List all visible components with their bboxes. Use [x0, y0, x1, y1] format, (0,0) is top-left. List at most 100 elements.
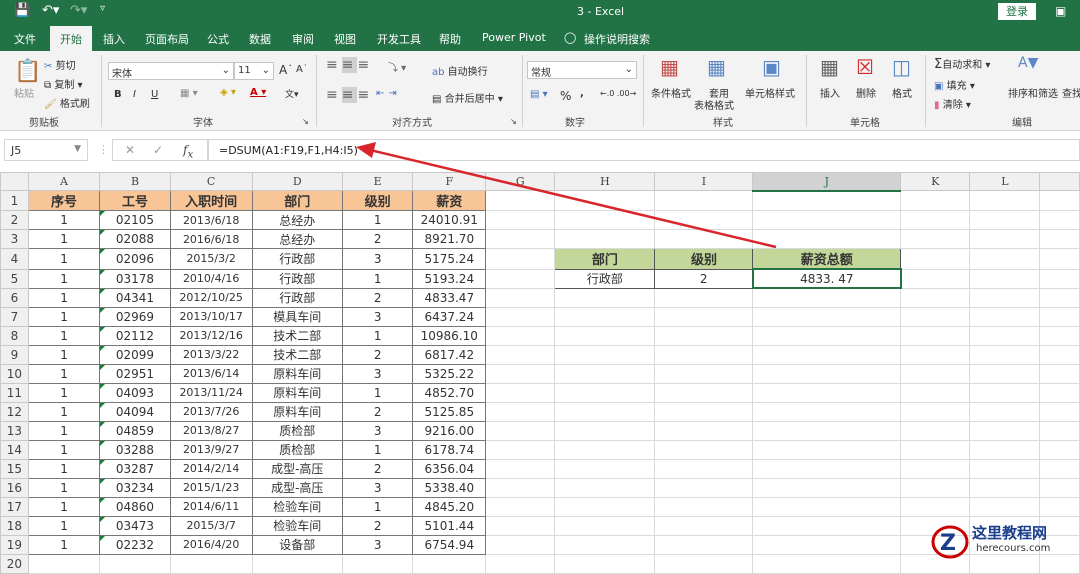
column-header-b[interactable]: B: [99, 172, 171, 191]
empty-cell[interactable]: [1039, 420, 1080, 441]
table-cell[interactable]: 2016/4/20: [169, 534, 253, 555]
tab-power-pivot[interactable]: Power Pivot: [482, 31, 546, 44]
empty-cell[interactable]: [485, 553, 556, 574]
enter-icon[interactable]: ✓: [153, 143, 163, 157]
empty-cell[interactable]: [554, 534, 656, 555]
table-cell[interactable]: 原料车间: [251, 382, 343, 403]
empty-cell[interactable]: [1039, 325, 1080, 346]
clear-button[interactable]: ▮ 清除 ▾: [934, 96, 971, 111]
empty-cell[interactable]: [969, 363, 1041, 384]
empty-cell[interactable]: [969, 210, 1041, 230]
increase-font-icon[interactable]: A˙: [279, 63, 293, 77]
empty-cell[interactable]: [752, 210, 902, 230]
empty-cell[interactable]: [485, 325, 556, 346]
table-cell[interactable]: 1: [27, 287, 101, 308]
empty-cell[interactable]: [485, 439, 556, 460]
empty-cell[interactable]: [1039, 190, 1080, 211]
orientation-icon[interactable]: ⤵ ▾: [388, 59, 406, 74]
empty-cell[interactable]: [485, 477, 556, 498]
column-header-h[interactable]: H: [554, 172, 656, 191]
empty-cell[interactable]: [900, 420, 971, 441]
tab-help[interactable]: 帮助: [439, 31, 461, 47]
table-cell[interactable]: 03234: [99, 477, 171, 498]
table-cell[interactable]: 行政部: [251, 248, 343, 270]
table-cell[interactable]: 设备部: [251, 534, 343, 555]
empty-cell[interactable]: [752, 553, 902, 574]
table-cell[interactable]: 04860: [99, 496, 171, 517]
phonetic-icon[interactable]: 文▾: [285, 87, 299, 100]
number-format-select[interactable]: 常规 ⌄: [527, 61, 637, 79]
tab-home[interactable]: 开始: [50, 26, 92, 51]
empty-cell[interactable]: [752, 344, 902, 365]
empty-cell[interactable]: [969, 401, 1041, 422]
row-header[interactable]: 14: [0, 439, 29, 460]
empty-cell[interactable]: [900, 190, 971, 211]
empty-cell[interactable]: [485, 420, 556, 441]
table-header-cell[interactable]: 薪资: [412, 190, 487, 211]
table-cell[interactable]: 2013/12/16: [169, 325, 253, 346]
table-cell[interactable]: 1: [341, 496, 414, 517]
empty-cell[interactable]: [554, 306, 656, 327]
empty-cell[interactable]: [485, 229, 556, 249]
table-cell[interactable]: 1: [341, 210, 414, 230]
empty-cell[interactable]: [900, 248, 971, 270]
empty-cell[interactable]: [900, 477, 971, 498]
table-cell[interactable]: 02951: [99, 363, 171, 384]
table-cell[interactable]: 03288: [99, 439, 171, 460]
delete-cells-button[interactable]: 删除: [856, 85, 876, 100]
table-format-line2[interactable]: 表格格式: [694, 97, 734, 112]
empty-cell[interactable]: [554, 420, 656, 441]
empty-cell[interactable]: [654, 477, 754, 498]
table-cell[interactable]: 2015/3/2: [169, 248, 253, 270]
empty-cell[interactable]: [1039, 439, 1080, 460]
row-header[interactable]: 7: [0, 306, 29, 327]
table-cell[interactable]: 4852.70: [412, 382, 487, 403]
empty-cell[interactable]: [1039, 401, 1080, 422]
empty-cell[interactable]: [969, 439, 1041, 460]
table-cell[interactable]: 3: [341, 248, 414, 270]
column-header-m[interactable]: [1039, 172, 1080, 191]
horizontal-align-icons[interactable]: ≡≡≡: [326, 87, 373, 103]
table-cell[interactable]: 2: [341, 401, 414, 422]
table-header-cell[interactable]: 部门: [251, 190, 343, 211]
selected-cell-j5[interactable]: 4833. 47: [751, 268, 902, 289]
table-cell[interactable]: 2014/2/14: [169, 458, 253, 479]
column-header-a[interactable]: A: [27, 172, 101, 191]
percent-button[interactable]: %: [560, 89, 571, 103]
table-cell[interactable]: 2013/9/27: [169, 439, 253, 460]
criteria-cell[interactable]: 行政部: [554, 268, 656, 289]
row-header[interactable]: 15: [0, 458, 29, 479]
empty-cell[interactable]: [752, 439, 902, 460]
table-cell[interactable]: 2013/8/27: [169, 420, 253, 441]
empty-cell[interactable]: [654, 496, 754, 517]
column-header-i[interactable]: I: [654, 172, 754, 191]
empty-cell[interactable]: [654, 458, 754, 479]
table-cell[interactable]: 1: [27, 229, 101, 249]
table-cell[interactable]: 03178: [99, 268, 171, 289]
empty-cell[interactable]: [969, 420, 1041, 441]
empty-cell[interactable]: [554, 363, 656, 384]
vertical-align-icons[interactable]: ≡≡≡: [326, 57, 373, 73]
empty-cell[interactable]: [1039, 210, 1080, 230]
empty-cell[interactable]: [554, 496, 656, 517]
table-cell[interactable]: 2: [341, 229, 414, 249]
empty-cell[interactable]: [1039, 268, 1080, 289]
fill-button[interactable]: ▣ 填充 ▾: [934, 77, 975, 92]
insert-cells-button[interactable]: 插入: [820, 85, 840, 100]
table-cell[interactable]: 2: [341, 344, 414, 365]
empty-cell[interactable]: [752, 534, 902, 555]
table-cell[interactable]: 3: [341, 306, 414, 327]
tell-me-search[interactable]: 操作说明搜索: [584, 31, 650, 47]
table-cell[interactable]: 1: [341, 325, 414, 346]
table-cell[interactable]: 1: [27, 344, 101, 365]
table-cell[interactable]: 1: [27, 268, 101, 289]
empty-cell[interactable]: [900, 363, 971, 384]
table-cell[interactable]: 02096: [99, 248, 171, 270]
empty-cell[interactable]: [900, 401, 971, 422]
table-cell[interactable]: 2010/4/16: [169, 268, 253, 289]
fill-color-icon[interactable]: ◈ ▾: [220, 87, 236, 98]
empty-cell[interactable]: [654, 553, 754, 574]
empty-cell[interactable]: [1039, 344, 1080, 365]
empty-cell[interactable]: [654, 382, 754, 403]
table-cell[interactable]: 5125.85: [412, 401, 487, 422]
